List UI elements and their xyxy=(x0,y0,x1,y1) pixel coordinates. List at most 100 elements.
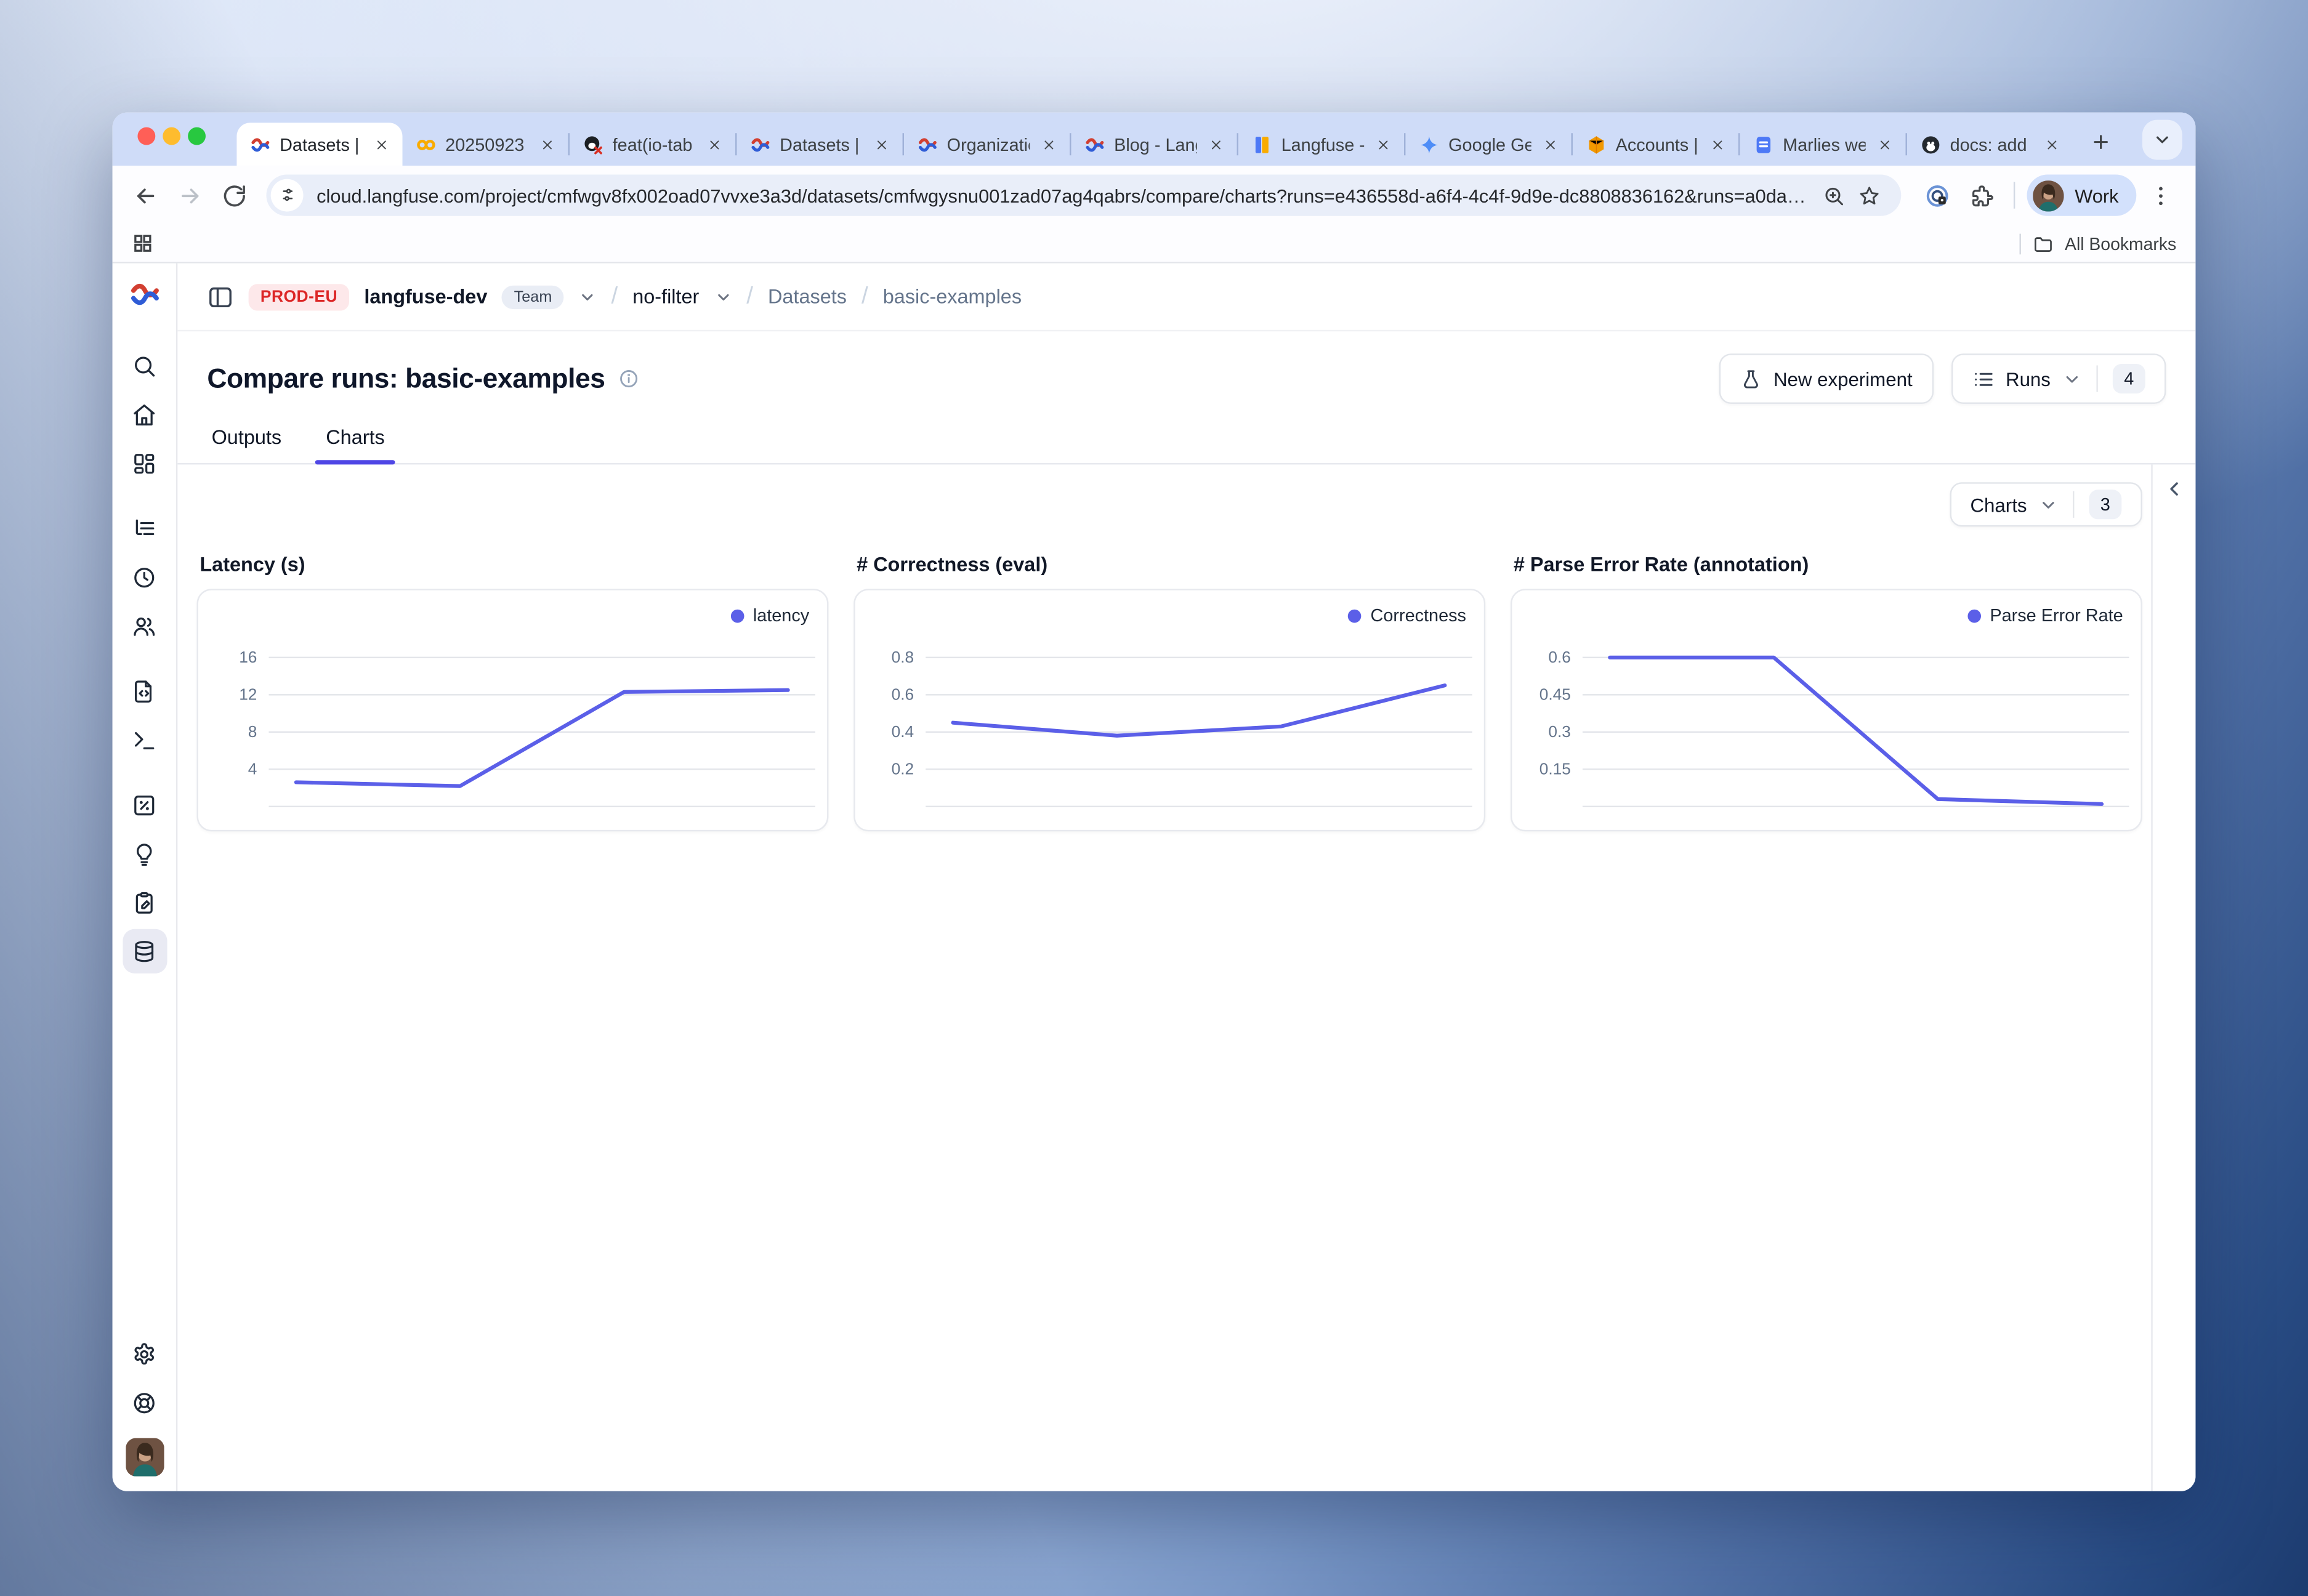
sidebar-lightbulb-icon[interactable] xyxy=(122,831,166,876)
apps-grid-icon[interactable] xyxy=(132,232,154,254)
charts-grid: Latency (s)161284latency# Correctness (e… xyxy=(197,554,2142,832)
project-chevron-down-icon[interactable] xyxy=(714,288,732,305)
tab-close-icon[interactable] xyxy=(1373,134,1394,155)
sidebar-gear-icon[interactable] xyxy=(122,1331,166,1376)
svg-text:8: 8 xyxy=(248,722,257,741)
tab-title: Accounts | xyxy=(1616,134,1699,155)
browser-tab[interactable]: Blog - Lang xyxy=(1071,123,1237,166)
page-title: Compare runs: basic-examples xyxy=(207,363,605,395)
panel-left-icon[interactable] xyxy=(207,283,233,310)
sidebar-terminal-icon[interactable] xyxy=(122,717,166,762)
url-text[interactable]: cloud.langfuse.com/project/cmfwgv8fx002o… xyxy=(317,184,1816,206)
tab-close-icon[interactable] xyxy=(2042,134,2063,155)
tab-title: Organizatio xyxy=(947,134,1030,155)
browser-tab[interactable]: Langfuse - xyxy=(1238,123,1404,166)
tab-charts[interactable]: Charts xyxy=(321,426,389,463)
browser-tab[interactable]: 20250923 xyxy=(402,123,568,166)
profile-chip[interactable]: Work xyxy=(2027,175,2136,216)
all-bookmarks[interactable]: All Bookmarks xyxy=(2019,233,2177,254)
svg-text:0.45: 0.45 xyxy=(1539,685,1571,704)
browser-tab[interactable]: Accounts | xyxy=(1573,123,1738,166)
org-chevron-down-icon[interactable] xyxy=(579,288,597,305)
chart-title: # Parse Error Rate (annotation) xyxy=(1514,554,2142,576)
browser-tab[interactable]: Datasets | l xyxy=(236,123,402,166)
browser-tab[interactable]: Google Ge xyxy=(1405,123,1571,166)
breadcrumb-item[interactable]: basic-examples xyxy=(883,286,1022,308)
legend-label: Parse Error Rate xyxy=(1990,605,2123,626)
charts-label: Charts xyxy=(1970,493,2027,515)
reload-button[interactable] xyxy=(213,175,254,216)
org-name[interactable]: langfuse-dev xyxy=(364,286,487,308)
tab-close-icon[interactable] xyxy=(1540,134,1561,155)
password-manager-icon[interactable] xyxy=(1916,175,1958,216)
site-settings-icon[interactable] xyxy=(271,179,304,212)
tab-close-icon[interactable] xyxy=(1874,134,1895,155)
sidebar-users-icon[interactable] xyxy=(122,603,166,648)
tab-close-icon[interactable] xyxy=(871,134,892,155)
info-icon[interactable] xyxy=(618,368,639,389)
tab-title: Datasets | L xyxy=(780,134,863,155)
svg-text:0.3: 0.3 xyxy=(1548,722,1570,741)
tab-title: Datasets | l xyxy=(280,134,363,155)
sidebar-database-icon[interactable] xyxy=(122,929,166,973)
runs-label: Runs xyxy=(2006,368,2051,390)
svg-text:4: 4 xyxy=(248,760,257,778)
tab-outputs[interactable]: Outputs xyxy=(207,426,286,463)
extensions-icon[interactable] xyxy=(1961,175,2002,216)
tab-close-icon[interactable] xyxy=(371,134,392,155)
breadcrumb-section[interactable]: Datasets xyxy=(768,286,847,308)
address-bar[interactable]: cloud.langfuse.com/project/cmfwgv8fx002o… xyxy=(266,175,1902,216)
user-avatar[interactable] xyxy=(125,1438,163,1476)
close-window-button[interactable] xyxy=(137,127,155,145)
sidebar-percent-square-icon[interactable] xyxy=(122,783,166,827)
back-button[interactable] xyxy=(124,175,166,216)
breadcrumb: PROD-EU langfuse-dev Team / no-filter / … xyxy=(177,264,2195,332)
forward-button[interactable] xyxy=(169,175,210,216)
browser-tab[interactable]: docs: add xyxy=(1907,123,2073,166)
bookmarks-bar: All Bookmarks xyxy=(113,225,2196,263)
zoom-icon[interactable] xyxy=(1816,177,1852,213)
sidebar-search-icon[interactable] xyxy=(122,343,166,387)
tab-close-icon[interactable] xyxy=(1708,134,1729,155)
new-tab-button[interactable] xyxy=(2081,123,2120,161)
sidebar-clock-icon[interactable] xyxy=(122,555,166,599)
sidebar-nav xyxy=(122,343,166,978)
browser-tab[interactable]: Datasets | L xyxy=(736,123,902,166)
tab-close-icon[interactable] xyxy=(537,134,558,155)
gemini-favicon-icon xyxy=(1419,134,1440,155)
sidebar-life-buoy-icon[interactable] xyxy=(122,1380,166,1425)
sidebar-list-tree-icon[interactable] xyxy=(122,506,166,550)
chevron-down-icon xyxy=(2039,495,2058,514)
maximize-window-button[interactable] xyxy=(188,127,206,145)
collapse-panel-icon[interactable] xyxy=(2163,478,2185,1491)
chart-legend: Parse Error Rate xyxy=(1967,605,2123,626)
breadcrumb-separator: / xyxy=(861,283,868,310)
project-name[interactable]: no-filter xyxy=(632,286,699,308)
tab-close-icon[interactable] xyxy=(704,134,725,155)
sidebar-group xyxy=(122,669,166,767)
sidebar-bottom xyxy=(122,1331,166,1476)
chart-card: 161284latency xyxy=(197,589,829,831)
tab-close-icon[interactable] xyxy=(1039,134,1060,155)
new-experiment-button[interactable]: New experiment xyxy=(1719,353,1933,404)
browser-tab[interactable]: Organizatio xyxy=(904,123,1070,166)
sidebar-dashboard-grid-icon[interactable] xyxy=(122,441,166,485)
legend-dot-icon xyxy=(1348,609,1362,623)
app-content: PROD-EU langfuse-dev Team / no-filter / … xyxy=(113,264,2196,1491)
chart-group: Latency (s)161284latency xyxy=(197,554,829,832)
sidebar-home-icon[interactable] xyxy=(122,392,166,437)
cube-orange-favicon-icon xyxy=(1586,134,1607,155)
browser-menu-icon[interactable] xyxy=(2139,175,2181,216)
browser-tab[interactable]: feat(io-tab xyxy=(570,123,735,166)
sidebar-clipboard-pen-icon[interactable] xyxy=(122,881,166,925)
browser-tab[interactable]: Marlies we xyxy=(1740,123,1905,166)
bookmark-star-icon[interactable] xyxy=(1852,177,1887,213)
sidebar-file-code-icon[interactable] xyxy=(122,669,166,713)
minimize-window-button[interactable] xyxy=(163,127,180,145)
runs-button[interactable]: Runs 4 xyxy=(1951,353,2166,404)
tab-search-button[interactable] xyxy=(2142,120,2182,160)
button-divider xyxy=(2096,365,2097,392)
charts-select-button[interactable]: Charts 3 xyxy=(1950,482,2142,526)
tab-close-icon[interactable] xyxy=(1206,134,1227,155)
langfuse-logo-icon[interactable] xyxy=(128,278,161,311)
